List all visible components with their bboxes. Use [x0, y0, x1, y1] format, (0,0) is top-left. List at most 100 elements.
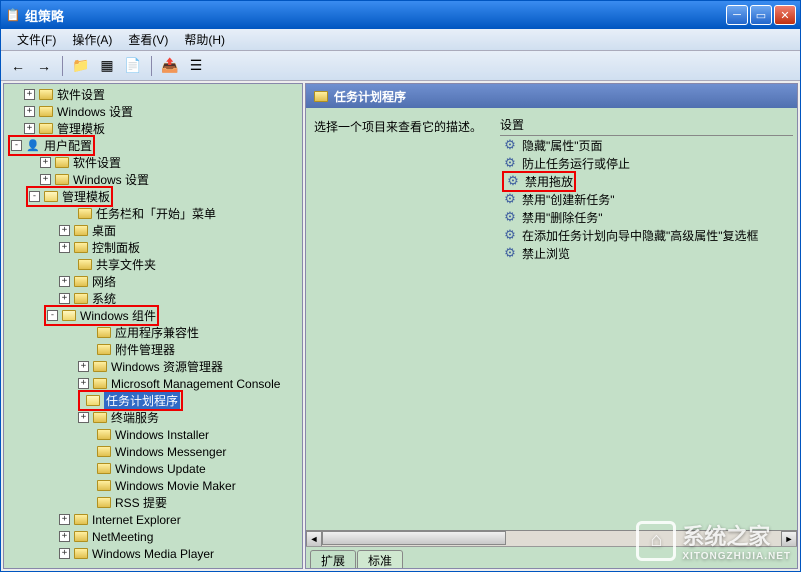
expand-icon[interactable]: +: [59, 531, 70, 542]
tree-item[interactable]: Windows Update: [4, 460, 302, 477]
expand-icon[interactable]: +: [59, 242, 70, 253]
expand-icon[interactable]: +: [59, 293, 70, 304]
horizontal-scrollbar[interactable]: ◄ ►: [306, 530, 797, 546]
scroll-left-button[interactable]: ◄: [306, 531, 322, 547]
content-area: +软件设置 +Windows 设置 +管理模板 -用户配置 +软件设置 +Win…: [1, 81, 800, 571]
setting-item[interactable]: 防止任务运行或停止: [500, 154, 793, 172]
folder-icon: [92, 360, 108, 374]
separator: [62, 56, 63, 76]
up-folder-button[interactable]: 📁: [70, 55, 92, 77]
titlebar[interactable]: 📋 组策略 ─ ▭ ✕: [1, 1, 800, 29]
folder-icon: [73, 275, 89, 289]
expand-icon[interactable]: +: [40, 157, 51, 168]
tree-item[interactable]: + 终端服务: [4, 409, 302, 426]
export-button[interactable]: 📤: [159, 55, 181, 77]
expand-icon[interactable]: +: [59, 548, 70, 559]
tree-item[interactable]: +Windows 资源管理器: [4, 358, 302, 375]
menu-action[interactable]: 操作(A): [64, 29, 120, 50]
setting-item[interactable]: 在添加任务计划向导中隐藏"高级属性"复选框: [500, 226, 793, 244]
folder-icon: [92, 377, 108, 391]
setting-item[interactable]: 禁用"创建新任务": [500, 190, 793, 208]
properties-button[interactable]: ▦: [96, 55, 118, 77]
back-button[interactable]: ←: [7, 55, 29, 77]
tree-item[interactable]: + Windows 设置: [4, 103, 302, 120]
tree-item[interactable]: +软件设置: [4, 154, 302, 171]
expand-icon[interactable]: +: [78, 378, 89, 389]
menu-file[interactable]: 文件(F): [9, 29, 64, 50]
tree-panel[interactable]: +软件设置 +Windows 设置 +管理模板 -用户配置 +软件设置 +Win…: [3, 83, 303, 569]
settings-list[interactable]: 设置 隐藏"属性"页面 防止任务运行或停止 禁用拖放 禁用"创建新任务" 禁用"…: [496, 108, 797, 530]
tree-item[interactable]: + NetMeeting: [4, 528, 302, 545]
description-pane: 选择一个项目来查看它的描述。: [306, 108, 496, 530]
tree-item-user-config[interactable]: -用户配置: [4, 137, 302, 154]
tree-label: Microsoft Management Console: [111, 377, 280, 391]
tree-item[interactable]: +控制面板: [4, 239, 302, 256]
policy-icon: [502, 191, 518, 207]
toolbar: ← → 📁 ▦ 📄 📤 ☰: [1, 51, 800, 81]
menu-view[interactable]: 查看(V): [120, 29, 176, 50]
filter-button[interactable]: ☰: [185, 55, 207, 77]
collapse-icon[interactable]: -: [47, 310, 58, 321]
tree-item-windows-components[interactable]: -Windows 组件: [4, 307, 302, 324]
tab-standard[interactable]: 标准: [357, 550, 403, 568]
tree-item[interactable]: 附件管理器: [4, 341, 302, 358]
collapse-icon[interactable]: -: [11, 140, 22, 151]
expand-icon[interactable]: +: [24, 89, 35, 100]
tree-item[interactable]: 共享文件夹: [4, 256, 302, 273]
tree-label: 共享文件夹: [96, 256, 156, 273]
tree-item[interactable]: +Internet Explorer: [4, 511, 302, 528]
tree-item[interactable]: Windows Messenger: [4, 443, 302, 460]
folder-icon: [38, 122, 54, 136]
tree-item[interactable]: Windows Movie Maker: [4, 477, 302, 494]
list-button[interactable]: 📄: [122, 55, 144, 77]
tree-item-admin-templates[interactable]: - 管理模板: [4, 188, 302, 205]
setting-item-disable-drag[interactable]: 禁用拖放: [500, 172, 793, 190]
tree-label: 管理模板: [62, 188, 110, 205]
scroll-track[interactable]: [322, 531, 781, 546]
tab-extended[interactable]: 扩展: [310, 550, 356, 568]
setting-label: 禁止浏览: [522, 245, 570, 262]
tree-item[interactable]: + 软件设置: [4, 86, 302, 103]
menu-help[interactable]: 帮助(H): [176, 29, 233, 50]
expand-icon[interactable]: +: [78, 412, 89, 423]
tree-item[interactable]: 应用程序兼容性: [4, 324, 302, 341]
expand-icon[interactable]: +: [59, 514, 70, 525]
scroll-right-button[interactable]: ►: [781, 531, 797, 547]
tree-item[interactable]: + Windows Media Player: [4, 545, 302, 562]
details-panel: 任务计划程序 选择一个项目来查看它的描述。 设置 隐藏"属性"页面 防止任务运行…: [305, 83, 798, 569]
forward-button[interactable]: →: [33, 55, 55, 77]
tree-label: Windows Media Player: [92, 547, 214, 561]
app-icon: 📋: [5, 7, 21, 23]
tree-label: Windows 设置: [57, 103, 133, 120]
tree-item-task-scheduler[interactable]: 任务计划程序: [4, 392, 302, 409]
tree-label: 应用程序兼容性: [115, 324, 199, 341]
scroll-thumb[interactable]: [322, 531, 506, 545]
tree-item[interactable]: +网络: [4, 273, 302, 290]
expand-icon[interactable]: +: [59, 225, 70, 236]
minimize-button[interactable]: ─: [726, 5, 748, 25]
settings-column-header[interactable]: 设置: [500, 114, 793, 136]
policy-icon: [502, 137, 518, 153]
main-window: 📋 组策略 ─ ▭ ✕ 文件(F) 操作(A) 查看(V) 帮助(H) ← → …: [0, 0, 801, 572]
setting-label: 禁用拖放: [525, 173, 573, 190]
maximize-button[interactable]: ▭: [750, 5, 772, 25]
tree-label: 软件设置: [57, 86, 105, 103]
expand-icon[interactable]: +: [24, 106, 35, 117]
setting-item[interactable]: 禁用"删除任务": [500, 208, 793, 226]
expand-icon[interactable]: +: [59, 276, 70, 287]
expand-icon[interactable]: +: [24, 123, 35, 134]
collapse-icon[interactable]: -: [29, 191, 40, 202]
tree-item[interactable]: Windows Installer: [4, 426, 302, 443]
expand-icon[interactable]: +: [40, 174, 51, 185]
tree-item[interactable]: +桌面: [4, 222, 302, 239]
setting-item[interactable]: 隐藏"属性"页面: [500, 136, 793, 154]
tree-label: 终端服务: [111, 409, 159, 426]
tree-label: NetMeeting: [92, 530, 153, 544]
details-body: 选择一个项目来查看它的描述。 设置 隐藏"属性"页面 防止任务运行或停止 禁用拖…: [306, 108, 797, 530]
close-button[interactable]: ✕: [774, 5, 796, 25]
tree-item[interactable]: 任务栏和「开始」菜单: [4, 205, 302, 222]
tree-item[interactable]: RSS 提要: [4, 494, 302, 511]
folder-icon: [61, 309, 77, 323]
expand-icon[interactable]: +: [78, 361, 89, 372]
setting-item[interactable]: 禁止浏览: [500, 244, 793, 262]
